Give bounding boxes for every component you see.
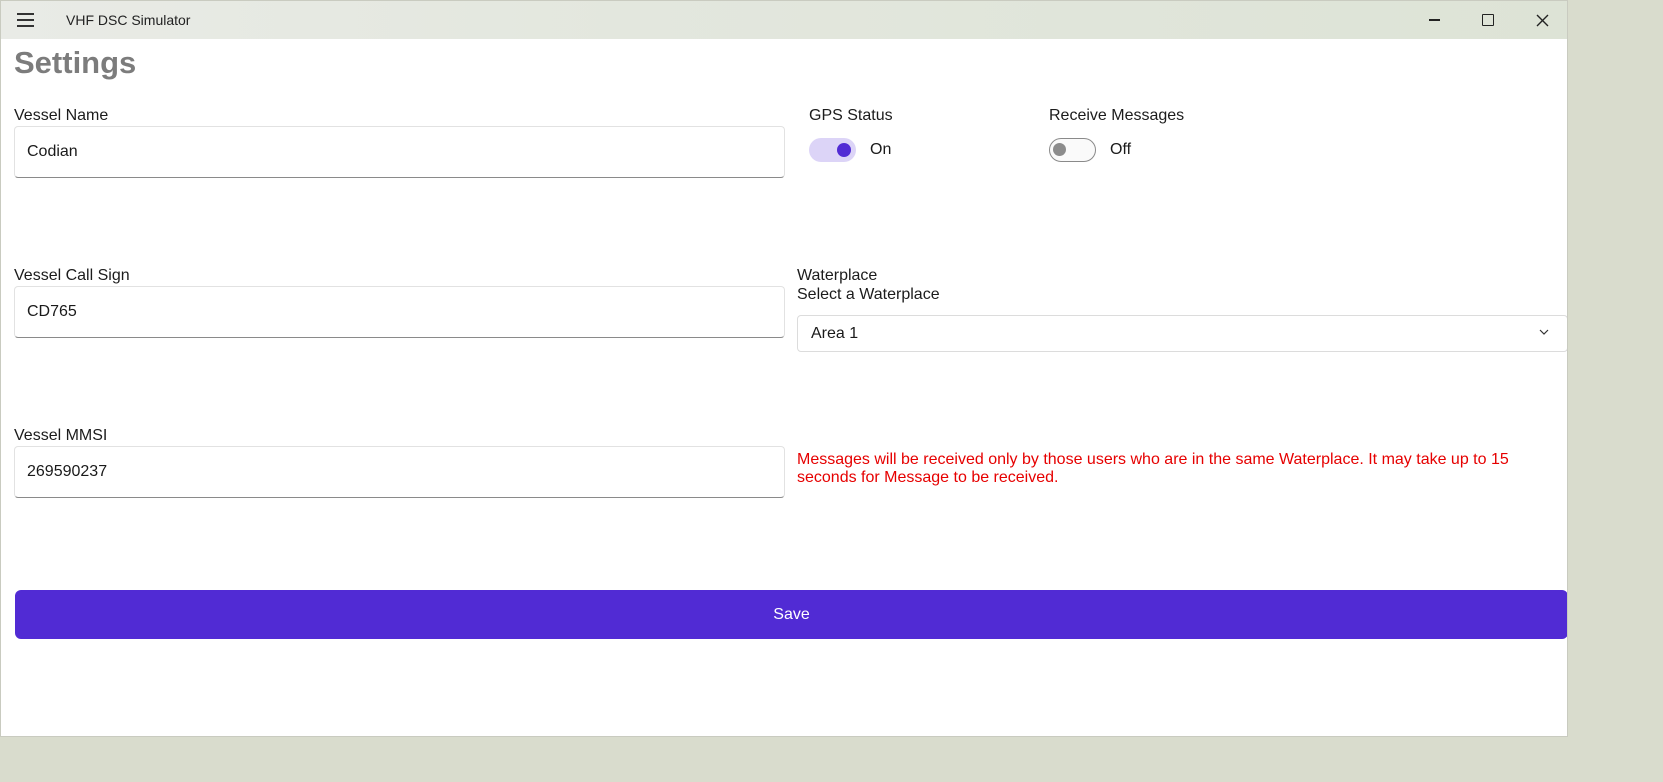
vessel-call-sign-label: Vessel Call Sign [14, 267, 130, 284]
vessel-name-field[interactable] [14, 126, 785, 178]
vessel-mmsi-input[interactable] [27, 463, 772, 481]
minimize-button[interactable] [1407, 1, 1461, 39]
gps-toggle-knob [837, 143, 851, 157]
app-title: VHF DSC Simulator [66, 12, 191, 28]
waterplace-picker-title: Select a Waterplace [797, 286, 940, 303]
settings-page: Settings Vessel Name GPS Status On Recei… [1, 39, 1567, 736]
waterplace-select[interactable]: Area 1 [797, 315, 1567, 352]
waterplace-notice: Messages will be received only by those … [797, 451, 1509, 486]
receive-toggle-knob [1053, 143, 1066, 156]
waterplace-selected-value: Area 1 [811, 324, 859, 342]
maximize-button[interactable] [1461, 1, 1515, 39]
save-button[interactable]: Save [15, 590, 1567, 639]
vessel-call-sign-field[interactable] [14, 286, 785, 338]
vessel-name-label: Vessel Name [14, 107, 109, 124]
receive-messages-state: Off [1110, 141, 1132, 158]
close-button[interactable] [1515, 1, 1567, 39]
gps-status-state: On [870, 141, 892, 158]
close-icon [1536, 14, 1548, 26]
gps-status-label: GPS Status [809, 107, 893, 124]
receive-messages-toggle[interactable] [1049, 138, 1096, 162]
chevron-down-icon [1539, 329, 1549, 335]
hamburger-menu-icon[interactable] [13, 9, 39, 31]
page-title: Settings [14, 45, 137, 80]
receive-messages-label: Receive Messages [1049, 107, 1185, 124]
minimize-icon [1428, 19, 1440, 21]
vessel-name-input[interactable] [27, 143, 772, 161]
vessel-mmsi-field[interactable] [14, 446, 785, 498]
gps-status-toggle[interactable] [809, 138, 856, 162]
app-window: VHF DSC Simulator Settings Vessel Name G… [0, 0, 1568, 737]
maximize-icon [1482, 14, 1494, 26]
title-bar: VHF DSC Simulator [1, 1, 1567, 39]
waterplace-label: Waterplace [797, 267, 878, 284]
receive-messages-toggle-group: Off [1049, 138, 1131, 162]
vessel-mmsi-label: Vessel MMSI [14, 427, 108, 444]
gps-status-toggle-group: On [809, 138, 891, 162]
vessel-call-sign-input[interactable] [27, 303, 772, 321]
